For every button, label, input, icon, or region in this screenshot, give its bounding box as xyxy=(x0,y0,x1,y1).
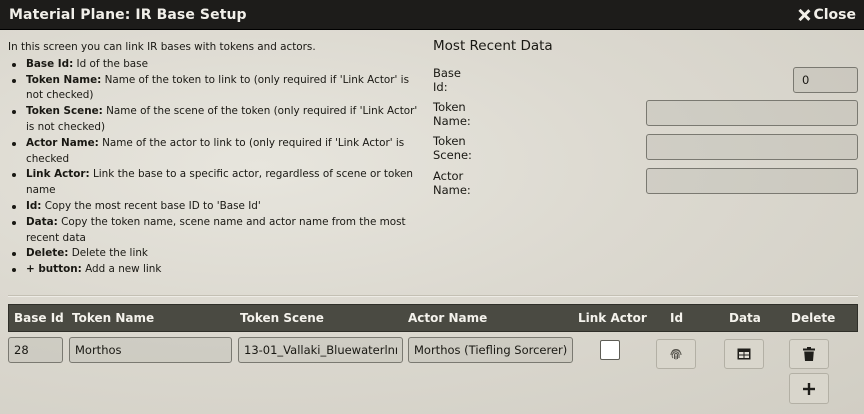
row-actor-name-field[interactable] xyxy=(408,337,573,363)
help-item: Token Name: Name of the token to link to… xyxy=(8,73,428,105)
most-recent-data-panel: Most Recent Data Base Id: Token Name: To… xyxy=(433,38,858,197)
row-link-actor-checkbox[interactable] xyxy=(600,340,620,360)
recent-base-id-field[interactable] xyxy=(793,67,858,93)
window-titlebar[interactable]: Material Plane: IR Base Setup Close xyxy=(0,0,864,30)
help-term: Actor Name: xyxy=(26,136,99,149)
header-base-id: Base Id xyxy=(14,311,64,325)
row-base-id-field[interactable] xyxy=(8,337,63,363)
recent-base-id-label: Base Id: xyxy=(433,66,462,94)
help-term: Token Name: xyxy=(26,73,102,86)
add-link-button[interactable] xyxy=(789,373,829,404)
help-text: In this screen you can link IR bases wit… xyxy=(8,40,428,278)
most-recent-heading: Most Recent Data xyxy=(433,38,553,54)
recent-token-name-field[interactable] xyxy=(646,100,858,126)
table-icon xyxy=(737,348,751,360)
window-title: Material Plane: IR Base Setup xyxy=(9,6,247,23)
header-id: Id xyxy=(670,311,684,325)
copy-id-button[interactable] xyxy=(656,339,696,369)
help-desc: Id of the base xyxy=(73,57,148,70)
recent-token-name-label: Token Name: xyxy=(433,100,471,128)
help-item: Delete: Delete the link xyxy=(8,246,428,262)
help-desc: Copy the most recent base ID to 'Base Id… xyxy=(41,199,261,212)
help-item: Actor Name: Name of the actor to link to… xyxy=(8,136,428,168)
header-token-name: Token Name xyxy=(72,311,155,325)
close-label: Close xyxy=(813,6,856,23)
help-term: Data: xyxy=(26,215,58,228)
recent-actor-name-field[interactable] xyxy=(646,168,858,194)
help-term: Delete: xyxy=(26,247,69,260)
help-list: Base Id: Id of the base Token Name: Name… xyxy=(8,57,428,278)
help-item: Base Id: Id of the base xyxy=(8,57,428,73)
help-term: Link Actor: xyxy=(26,168,90,181)
delete-link-button[interactable] xyxy=(789,339,829,369)
recent-token-scene-label: Token Scene: xyxy=(433,134,472,162)
help-desc: Add a new link xyxy=(81,263,162,276)
trash-icon xyxy=(803,347,815,361)
row-token-name-field[interactable] xyxy=(69,337,232,363)
close-icon xyxy=(798,9,810,21)
header-actor-name: Actor Name xyxy=(408,311,488,325)
recent-actor-name-label: Actor Name: xyxy=(433,169,471,197)
header-link-actor: Link Actor xyxy=(578,311,647,325)
help-term: Id: xyxy=(26,199,42,212)
plus-icon xyxy=(803,382,815,395)
links-table-header: Base Id Token Name Token Scene Actor Nam… xyxy=(8,304,858,332)
header-delete: Delete xyxy=(791,311,836,325)
help-item: Data: Copy the token name, scene name an… xyxy=(8,215,428,247)
ir-base-setup-window: Material Plane: IR Base Setup Close In t… xyxy=(0,0,864,414)
fingerprint-icon xyxy=(670,349,682,360)
section-divider xyxy=(8,295,858,297)
help-item: Id: Copy the most recent base ID to 'Bas… xyxy=(8,199,428,215)
copy-data-button[interactable] xyxy=(724,339,764,369)
recent-token-scene-field[interactable] xyxy=(646,134,858,160)
help-item: Token Scene: Name of the scene of the to… xyxy=(8,104,428,136)
help-term: + button: xyxy=(26,263,82,276)
header-token-scene: Token Scene xyxy=(240,311,324,325)
help-item: + button: Add a new link xyxy=(8,262,428,278)
close-button[interactable]: Close xyxy=(798,7,856,23)
help-intro: In this screen you can link IR bases wit… xyxy=(8,41,316,53)
header-data: Data xyxy=(729,311,761,325)
row-token-scene-field[interactable] xyxy=(238,337,403,363)
help-term: Base Id: xyxy=(26,57,74,70)
help-item: Link Actor: Link the base to a specific … xyxy=(8,167,428,199)
help-term: Token Scene: xyxy=(26,105,103,118)
help-desc: Copy the token name, scene name and acto… xyxy=(26,215,406,244)
help-desc: Delete the link xyxy=(68,247,148,260)
